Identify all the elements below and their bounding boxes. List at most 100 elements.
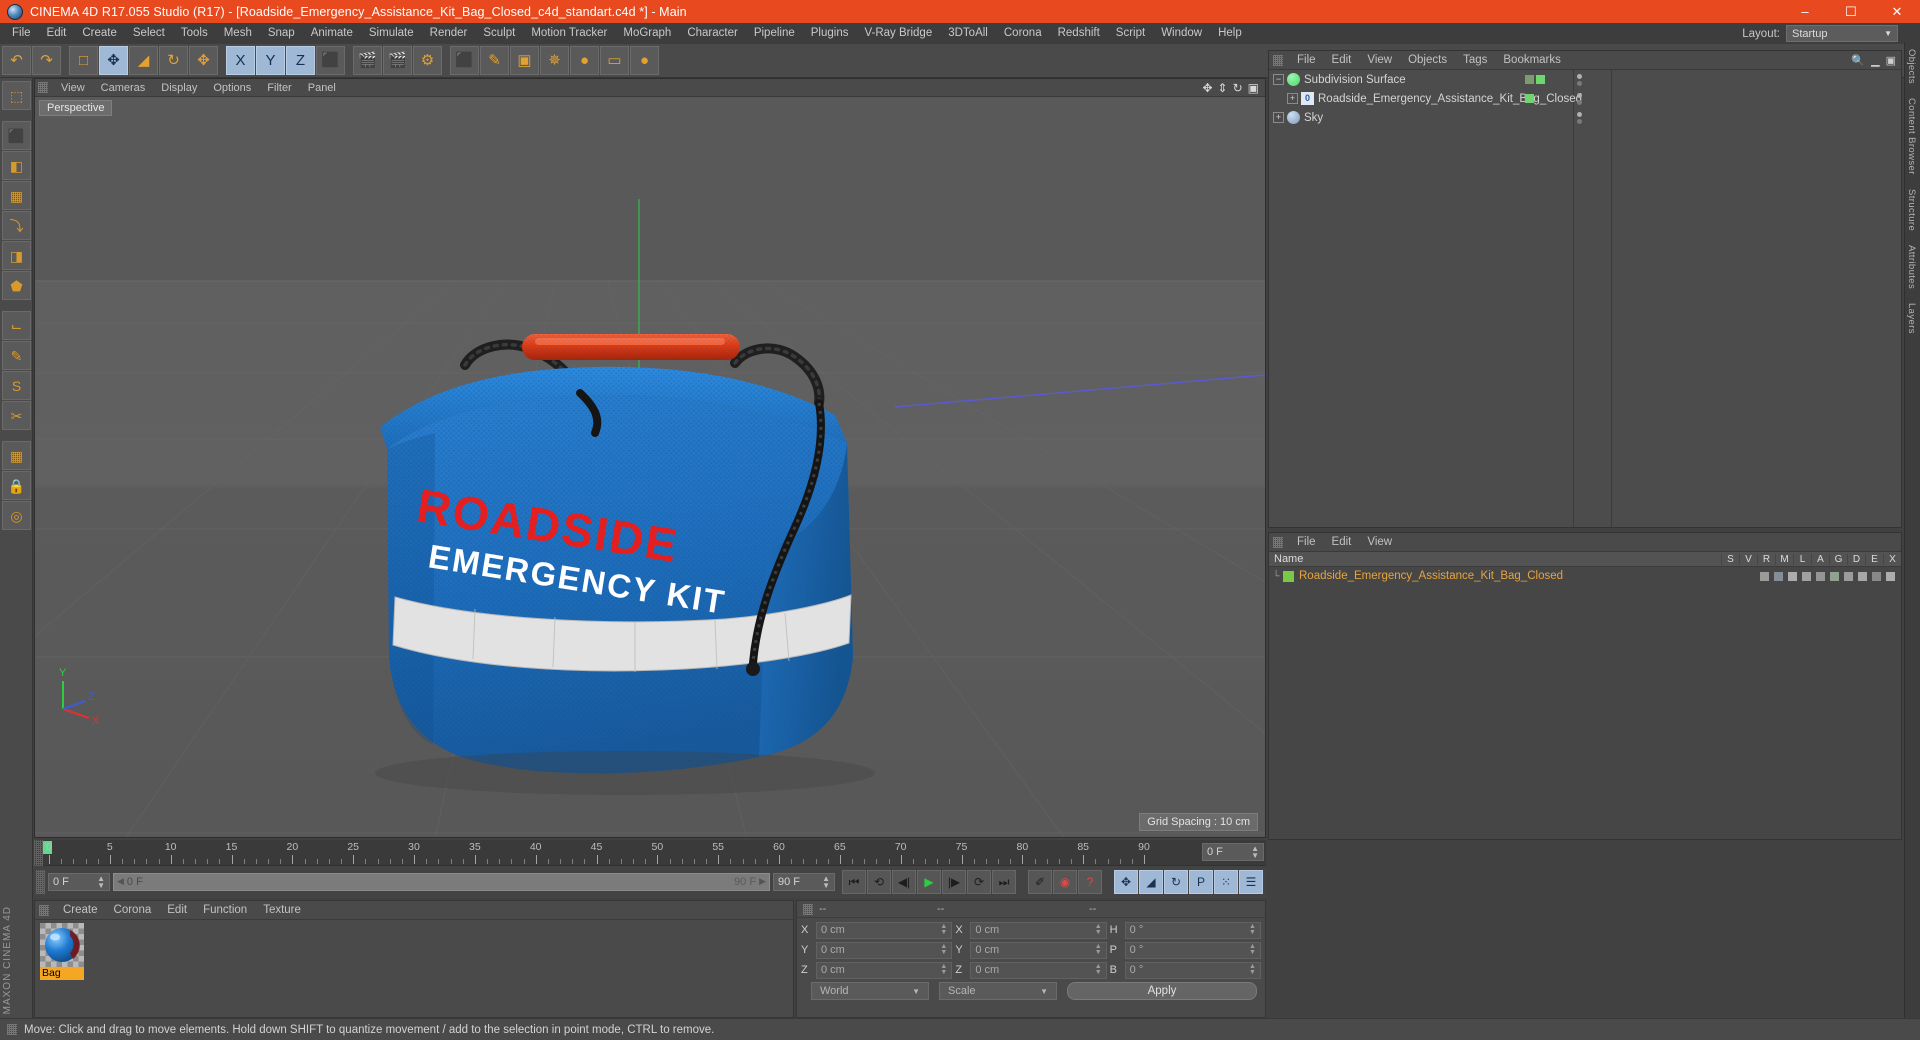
layer-menu-view[interactable]: View bbox=[1359, 536, 1400, 548]
viewport-menu-view[interactable]: View bbox=[53, 82, 93, 94]
dock-tab-objects[interactable]: Objects bbox=[1905, 42, 1918, 91]
parameter-key-button[interactable]: P bbox=[1189, 869, 1213, 894]
add-generator-button[interactable]: ▣ bbox=[510, 46, 539, 75]
visibility-dot-icon[interactable] bbox=[1577, 80, 1582, 86]
add-deformer-button[interactable]: ✵ bbox=[540, 46, 569, 75]
layer-menu-edit[interactable]: Edit bbox=[1324, 536, 1360, 548]
visibility-toggles[interactable] bbox=[1577, 111, 1582, 124]
material-menu-corona[interactable]: Corona bbox=[106, 904, 160, 916]
object-manager-menu-view[interactable]: View bbox=[1359, 54, 1400, 66]
bend-deformer-tool[interactable]: ⤵ bbox=[2, 211, 31, 240]
layer-toggle-0[interactable] bbox=[1760, 571, 1769, 581]
material-menu-texture[interactable]: Texture bbox=[255, 904, 309, 916]
scrub-left-icon[interactable]: ◀ bbox=[114, 876, 127, 887]
maximize-panel-icon[interactable]: ▣ bbox=[1886, 54, 1896, 67]
viewport-menu-display[interactable]: Display bbox=[153, 82, 205, 94]
menu-item-tools[interactable]: Tools bbox=[173, 23, 216, 44]
rotation-key-button[interactable]: ↻ bbox=[1164, 869, 1188, 894]
rotation-field-0[interactable]: 0 ° ▲ ▼ bbox=[1124, 921, 1261, 939]
menu-item-edit[interactable]: Edit bbox=[39, 23, 75, 44]
subdivision-tool[interactable]: ▦ bbox=[2, 181, 31, 210]
layer-column-l[interactable]: L bbox=[1793, 553, 1811, 565]
spinner-icon[interactable]: ▲ ▼ bbox=[1095, 963, 1102, 976]
size-field-1[interactable]: 0 cm ▲ ▼ bbox=[970, 941, 1107, 959]
menu-item-window[interactable]: Window bbox=[1153, 23, 1210, 44]
search-icon[interactable]: 🔍 bbox=[1851, 54, 1865, 67]
layer-column-d[interactable]: D bbox=[1847, 553, 1865, 565]
object-row-1[interactable]: +0 Roadside_Emergency_Assistance_Kit_Bag_… bbox=[1269, 89, 1901, 108]
live-selection-tool[interactable]: ⬚ bbox=[2, 81, 31, 110]
previous-keyframe-button[interactable]: ⟲ bbox=[867, 869, 891, 894]
panel-grip-icon[interactable] bbox=[34, 840, 43, 866]
scale-key-button[interactable]: ◢ bbox=[1139, 869, 1163, 894]
coordinate-system-select[interactable]: World ▼ bbox=[811, 982, 929, 1000]
go-to-end-button[interactable]: ⏭ bbox=[992, 869, 1016, 894]
material-name-label[interactable]: Bag bbox=[40, 967, 84, 980]
expand-toggle-icon[interactable]: + bbox=[1273, 112, 1284, 123]
spinner-icon[interactable]: ▲ ▼ bbox=[1095, 943, 1102, 956]
box-object-tool[interactable]: ⬛ bbox=[2, 121, 31, 150]
layer-toggle-5[interactable] bbox=[1830, 571, 1839, 581]
position-key-button[interactable]: ✥ bbox=[1114, 869, 1138, 894]
viewport-menu-panel[interactable]: Panel bbox=[300, 82, 344, 94]
material-slot[interactable]: Bag bbox=[40, 923, 84, 980]
viewport-menu-filter[interactable]: Filter bbox=[259, 82, 299, 94]
add-environment-button[interactable]: ● bbox=[570, 46, 599, 75]
layer-column-m[interactable]: M bbox=[1775, 553, 1793, 565]
object-manager-menu-file[interactable]: File bbox=[1289, 54, 1324, 66]
lock-tool[interactable]: 🔒 bbox=[2, 471, 31, 500]
redo-button[interactable]: ↷ bbox=[32, 46, 61, 75]
point-level-animation-button[interactable]: ⁙ bbox=[1214, 869, 1238, 894]
layer-toggle-8[interactable] bbox=[1872, 571, 1881, 581]
size-field-0[interactable]: 0 cm ▲ ▼ bbox=[970, 921, 1107, 939]
panel-grip-icon[interactable] bbox=[803, 903, 813, 915]
layout-select[interactable]: Startup ▼ bbox=[1786, 25, 1898, 42]
menu-item-corona[interactable]: Corona bbox=[996, 23, 1050, 44]
menu-item-pipeline[interactable]: Pipeline bbox=[746, 23, 803, 44]
layer-column-x[interactable]: X bbox=[1883, 553, 1901, 565]
add-camera-button[interactable]: ▭ bbox=[600, 46, 629, 75]
rotate-tool-button[interactable]: ↻ bbox=[159, 46, 188, 75]
visibility-toggles[interactable] bbox=[1577, 92, 1582, 105]
layer-column-a[interactable]: A bbox=[1811, 553, 1829, 565]
end-frame-field[interactable]: 90 F ▲ ▼ bbox=[773, 872, 835, 891]
menu-item-select[interactable]: Select bbox=[125, 23, 173, 44]
menu-item-motion-tracker[interactable]: Motion Tracker bbox=[523, 23, 615, 44]
expand-toggle-icon[interactable]: − bbox=[1273, 74, 1284, 85]
material-menu-edit[interactable]: Edit bbox=[159, 904, 195, 916]
layer-column-v[interactable]: V bbox=[1739, 553, 1757, 565]
panel-grip-icon[interactable] bbox=[1273, 536, 1283, 548]
time-scrubber[interactable]: ◀ 0 F 90 F ▶ bbox=[113, 872, 770, 891]
material-menu-create[interactable]: Create bbox=[55, 904, 106, 916]
layer-row[interactable]: └ Roadside_Emergency_Assistance_Kit_Bag_… bbox=[1269, 567, 1901, 585]
layer-column-s[interactable]: S bbox=[1721, 553, 1739, 565]
position-field-1[interactable]: 0 cm ▲ ▼ bbox=[816, 941, 953, 959]
mesh-tool[interactable]: ⬟ bbox=[2, 271, 31, 300]
record-active-objects-button[interactable]: ◉ bbox=[1053, 869, 1077, 894]
go-to-start-button[interactable]: ⏮ bbox=[842, 869, 866, 894]
close-button[interactable]: ✕ bbox=[1874, 0, 1920, 23]
uv-tool[interactable]: ▦ bbox=[2, 441, 31, 470]
menu-item-mograph[interactable]: MoGraph bbox=[615, 23, 679, 44]
lock-z-axis-button[interactable]: Z bbox=[286, 46, 315, 75]
menu-item-mesh[interactable]: Mesh bbox=[216, 23, 260, 44]
layer-toggle-6[interactable] bbox=[1844, 571, 1853, 581]
tag-icon[interactable] bbox=[1525, 75, 1534, 84]
timeline-end-field[interactable]: 0 F ▲ ▼ bbox=[1202, 843, 1264, 861]
layer-toggle-9[interactable] bbox=[1886, 571, 1895, 581]
menu-item-redshift[interactable]: Redshift bbox=[1050, 23, 1108, 44]
material-preview-thumbnail[interactable] bbox=[40, 923, 84, 967]
panel-grip-icon[interactable] bbox=[1273, 54, 1283, 66]
transform-mode-select[interactable]: Scale ▼ bbox=[939, 982, 1057, 1000]
panel-grip-icon[interactable] bbox=[38, 82, 48, 93]
spinner-icon[interactable]: ▲ ▼ bbox=[940, 963, 947, 976]
paint-tool[interactable]: ✎ bbox=[2, 341, 31, 370]
panel-grip-icon[interactable] bbox=[7, 1024, 17, 1035]
menu-item-simulate[interactable]: Simulate bbox=[361, 23, 422, 44]
editable-object-button[interactable]: □ bbox=[69, 46, 98, 75]
render-to-picture-viewer-button[interactable]: 🎬 bbox=[383, 46, 412, 75]
menu-item-v-ray-bridge[interactable]: V-Ray Bridge bbox=[856, 23, 940, 44]
menu-item-script[interactable]: Script bbox=[1108, 23, 1153, 44]
menu-item-snap[interactable]: Snap bbox=[260, 23, 303, 44]
visibility-dot-icon[interactable] bbox=[1577, 73, 1582, 79]
